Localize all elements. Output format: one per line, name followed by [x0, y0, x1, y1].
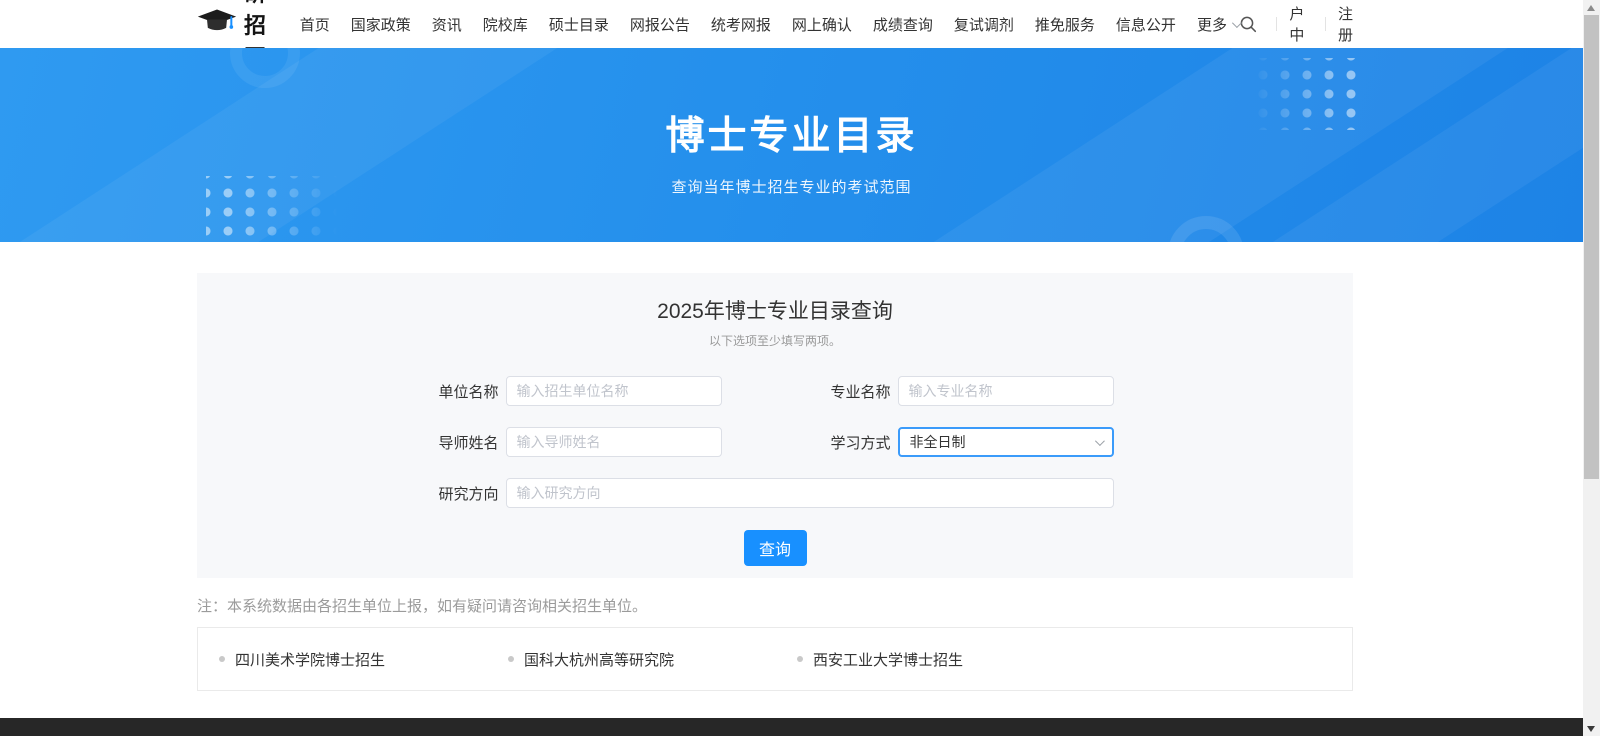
nav-item-college-library[interactable]: 院校库: [483, 14, 528, 35]
scrollbar-up-arrow-icon[interactable]: [1587, 5, 1595, 11]
scrollbar-down-arrow-icon[interactable]: [1587, 726, 1595, 732]
query-form-title: 2025年博士专业目录查询: [197, 295, 1353, 325]
query-submit-button[interactable]: 查询: [744, 530, 807, 566]
bullet-icon: [797, 656, 803, 662]
nav-item-online-report-notice[interactable]: 网报公告: [630, 14, 690, 35]
link-item-sichuan-fine-arts[interactable]: 四川美术学院博士招生: [219, 649, 508, 670]
page-title: 博士专业目录: [0, 48, 1583, 161]
unit-name-input[interactable]: [506, 376, 722, 406]
scrollbar-thumb[interactable]: [1584, 15, 1599, 479]
nav-item-unified-exam-registration[interactable]: 统考网报: [711, 14, 771, 35]
query-form-hint: 以下选项至少填写两项。: [197, 332, 1353, 349]
bullet-icon: [508, 656, 514, 662]
nav-item-score-query[interactable]: 成绩查询: [873, 14, 933, 35]
study-mode-value: 非全日制: [910, 432, 966, 452]
page-subtitle: 查询当年博士招生专业的考试范围: [0, 176, 1583, 197]
study-mode-select[interactable]: 非全日制: [898, 427, 1114, 457]
bullet-icon: [219, 656, 225, 662]
major-name-label: 专业名称: [829, 381, 891, 402]
research-direction-input[interactable]: [506, 478, 1114, 508]
nav-item-online-confirmation[interactable]: 网上确认: [792, 14, 852, 35]
query-panel: 2025年博士专业目录查询 以下选项至少填写两项。 单位名称 专业名称 导师姓名: [197, 273, 1353, 578]
nav-item-master-catalog[interactable]: 硕士目录: [549, 14, 609, 35]
nav-item-home[interactable]: 首页: [300, 14, 330, 35]
link-item-ucas-hangzhou[interactable]: 国科大杭州高等研究院: [508, 649, 797, 670]
main-nav: 首页 国家政策 资讯 院校库 硕士目录 网报公告 统考网报 网上确认 成绩查询 …: [300, 14, 1239, 35]
tutor-name-input[interactable]: [506, 427, 722, 457]
nav-item-info-disclosure[interactable]: 信息公开: [1116, 14, 1176, 35]
nav-item-reexam-adjustment[interactable]: 复试调剂: [954, 14, 1014, 35]
tutor-name-label: 导师姓名: [437, 432, 499, 453]
link-label: 西安工业大学博士招生: [813, 649, 963, 670]
study-mode-label: 学习方式: [829, 432, 891, 453]
search-icon[interactable]: [1239, 15, 1257, 33]
top-navbar: 研招网 首页 国家政策 资讯 院校库 硕士目录 网报公告 统考网报 网上确认 成…: [0, 0, 1600, 48]
link-item-xian-technological[interactable]: 西安工业大学博士招生: [797, 649, 1086, 670]
data-source-note: 注：本系统数据由各招生单位上报，如有疑问请咨询相关招生单位。: [197, 595, 1600, 616]
nav-item-news[interactable]: 资讯: [432, 14, 462, 35]
page-scrollbar[interactable]: [1583, 0, 1600, 736]
nav-more-label: 更多: [1197, 14, 1227, 35]
graduation-cap-icon: [197, 7, 237, 42]
nav-item-more[interactable]: 更多: [1197, 14, 1239, 35]
nav-item-national-policy[interactable]: 国家政策: [351, 14, 411, 35]
major-name-input[interactable]: [898, 376, 1114, 406]
register-link[interactable]: 注册: [1338, 3, 1353, 45]
chevron-down-icon: [1094, 436, 1104, 446]
unit-name-label: 单位名称: [437, 381, 499, 402]
quick-links-box: 四川美术学院博士招生 国科大杭州高等研究院 西安工业大学博士招生: [197, 627, 1353, 691]
link-label: 国科大杭州高等研究院: [524, 649, 674, 670]
link-label: 四川美术学院博士招生: [235, 649, 385, 670]
footer-bar: [0, 718, 1600, 736]
nav-item-exemption-service[interactable]: 推免服务: [1035, 14, 1095, 35]
hero-banner: 博士专业目录 查询当年博士招生专业的考试范围: [0, 48, 1583, 242]
query-form: 单位名称 专业名称 导师姓名 学习方式 非全日制: [437, 376, 1114, 566]
research-direction-label: 研究方向: [437, 483, 499, 504]
